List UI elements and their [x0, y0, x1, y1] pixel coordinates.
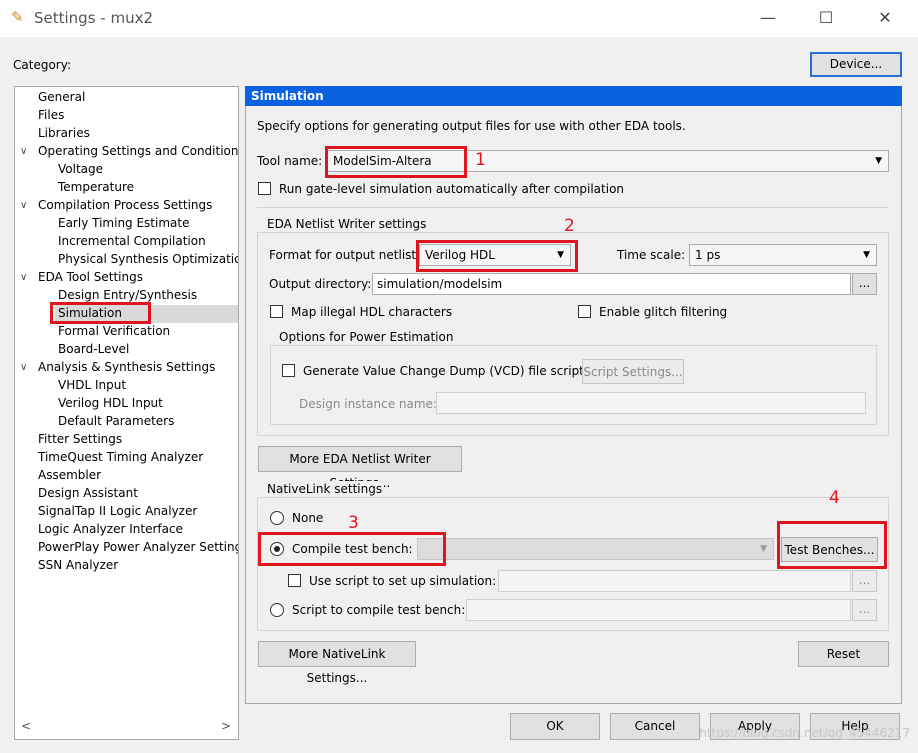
vcd-label: Generate Value Change Dump (VCD) file sc…: [303, 364, 584, 378]
cancel-button[interactable]: Cancel: [610, 713, 700, 740]
annotation-box-compile-test-bench: [258, 532, 446, 566]
tool-name-label: Tool name:: [257, 154, 323, 168]
compile-test-bench-select[interactable]: ▼: [417, 538, 774, 560]
tree-item[interactable]: Design Assistant: [38, 485, 138, 502]
nativelink-group-label: NativeLink settings: [265, 481, 385, 497]
tree-item[interactable]: Physical Synthesis Optimization: [58, 251, 238, 268]
tree-item[interactable]: Files: [38, 107, 64, 124]
tree-item[interactable]: Libraries: [38, 125, 90, 142]
tree-item[interactable]: Early Timing Estimate: [58, 215, 189, 232]
tree-expander-chevron-icon[interactable]: ∨: [20, 197, 30, 214]
use-script-browse-button[interactable]: ...: [852, 570, 877, 592]
tree-item[interactable]: Board-Level: [58, 341, 129, 358]
script-settings-button[interactable]: Script Settings...: [582, 359, 684, 384]
script-compile-browse-button[interactable]: ...: [852, 599, 877, 621]
design-instance-input[interactable]: [436, 392, 866, 414]
tree-expander-chevron-icon[interactable]: ∨: [20, 269, 30, 286]
category-label: Category:: [13, 58, 71, 72]
time-scale-select[interactable]: 1 ps ▼: [689, 244, 877, 266]
tree-item[interactable]: Temperature: [58, 179, 134, 196]
chevron-down-icon: ▼: [760, 544, 767, 554]
nativelink-none-label: None: [292, 511, 324, 525]
tree-item[interactable]: Incremental Compilation: [58, 233, 206, 250]
annotation-box-test-benches: [777, 521, 887, 569]
annotation-box-simulation: [50, 302, 151, 324]
scroll-right-icon[interactable]: >: [221, 719, 231, 733]
nativelink-none-radio[interactable]: [270, 511, 284, 525]
vcd-checkbox[interactable]: [282, 364, 295, 377]
glitch-filtering-label: Enable glitch filtering: [599, 305, 728, 319]
device-button[interactable]: Device...: [810, 52, 902, 77]
watermark: https://blog.csdn.net/qq_45446217: [699, 726, 910, 740]
tree-item[interactable]: VHDL Input: [58, 377, 126, 394]
time-scale-value: 1 ps: [695, 248, 721, 262]
tree-item[interactable]: SignalTap II Logic Analyzer: [38, 503, 197, 520]
category-tree: General Files Libraries ∨ Operating Settings…: [14, 86, 239, 740]
tree-item[interactable]: Operating Settings and Conditions: [38, 143, 238, 160]
annotation-number-2: 2: [564, 216, 575, 236]
use-script-label: Use script to set up simulation:: [309, 574, 497, 588]
tree-item[interactable]: Default Parameters: [58, 413, 174, 430]
tree-horizontal-scrollbar[interactable]: < >: [14, 718, 239, 736]
tree-item[interactable]: General: [38, 89, 85, 106]
annotation-number-1: 1: [475, 150, 486, 170]
map-illegal-checkbox[interactable]: [270, 305, 283, 318]
output-directory-label: Output directory:: [269, 277, 372, 291]
eda-netlist-group-label: EDA Netlist Writer settings: [265, 216, 429, 232]
panel-title: Simulation: [245, 86, 902, 106]
tree-expander-chevron-icon[interactable]: ∨: [20, 359, 30, 376]
divider: [257, 207, 889, 208]
annotation-box-format: [416, 240, 578, 272]
tree-item[interactable]: EDA Tool Settings: [38, 269, 143, 286]
minimize-button[interactable]: —: [756, 6, 780, 30]
scroll-left-icon[interactable]: <: [21, 719, 31, 733]
tree-item[interactable]: Fitter Settings: [38, 431, 122, 448]
reset-button[interactable]: Reset: [798, 641, 889, 667]
design-instance-label: Design instance name:: [299, 397, 437, 411]
window-title: Settings - mux2: [34, 9, 154, 27]
annotation-number-4: 4: [829, 488, 840, 508]
tree-item[interactable]: Voltage: [58, 161, 103, 178]
title-bar: ✎ Settings - mux2 — ☐ ✕: [0, 0, 918, 37]
script-compile-input[interactable]: [466, 599, 851, 621]
tree-item[interactable]: Assembler: [38, 467, 101, 484]
tree-item[interactable]: Formal Verification: [58, 323, 170, 340]
chevron-down-icon: ▼: [875, 156, 882, 166]
tree-expander-chevron-icon[interactable]: ∨: [20, 143, 30, 160]
more-nativelink-settings-button[interactable]: More NativeLink Settings...: [258, 641, 416, 685]
map-illegal-label: Map illegal HDL characters: [291, 305, 453, 319]
tree-item[interactable]: TimeQuest Timing Analyzer: [38, 449, 203, 466]
script-compile-label: Script to compile test bench:: [292, 603, 466, 617]
annotation-number-3: 3: [348, 513, 359, 533]
annotation-box-tool-name: [325, 146, 467, 178]
tree-item[interactable]: PowerPlay Power Analyzer Settings: [38, 539, 238, 556]
app-pencil-icon: ✎: [11, 8, 24, 26]
ok-button[interactable]: OK: [510, 713, 600, 740]
chevron-down-icon: ▼: [863, 250, 870, 260]
power-estimation-group-label: Options for Power Estimation: [277, 329, 456, 345]
tree-item[interactable]: Verilog HDL Input: [58, 395, 163, 412]
more-eda-settings-button[interactable]: More EDA Netlist Writer Settings...: [258, 446, 462, 490]
tree-item[interactable]: SSN Analyzer: [38, 557, 118, 574]
glitch-filtering-checkbox[interactable]: [578, 305, 591, 318]
script-compile-radio[interactable]: [270, 603, 284, 617]
close-button[interactable]: ✕: [873, 6, 897, 30]
tree-item[interactable]: Analysis & Synthesis Settings: [38, 359, 215, 376]
tree-item[interactable]: Logic Analyzer Interface: [38, 521, 183, 538]
run-gate-level-label: Run gate-level simulation automatically …: [279, 182, 625, 196]
maximize-button[interactable]: ☐: [814, 6, 838, 30]
time-scale-label: Time scale:: [617, 248, 686, 262]
output-directory-input[interactable]: simulation/modelsim: [372, 273, 851, 295]
use-script-input[interactable]: [498, 570, 851, 592]
output-directory-browse-button[interactable]: ...: [852, 273, 877, 295]
format-label: Format for output netlist:: [269, 248, 421, 262]
panel-description: Specify options for generating output fi…: [257, 119, 686, 133]
run-gate-level-checkbox[interactable]: [258, 182, 271, 195]
use-script-checkbox[interactable]: [288, 574, 301, 587]
tree-item[interactable]: Compilation Process Settings: [38, 197, 212, 214]
